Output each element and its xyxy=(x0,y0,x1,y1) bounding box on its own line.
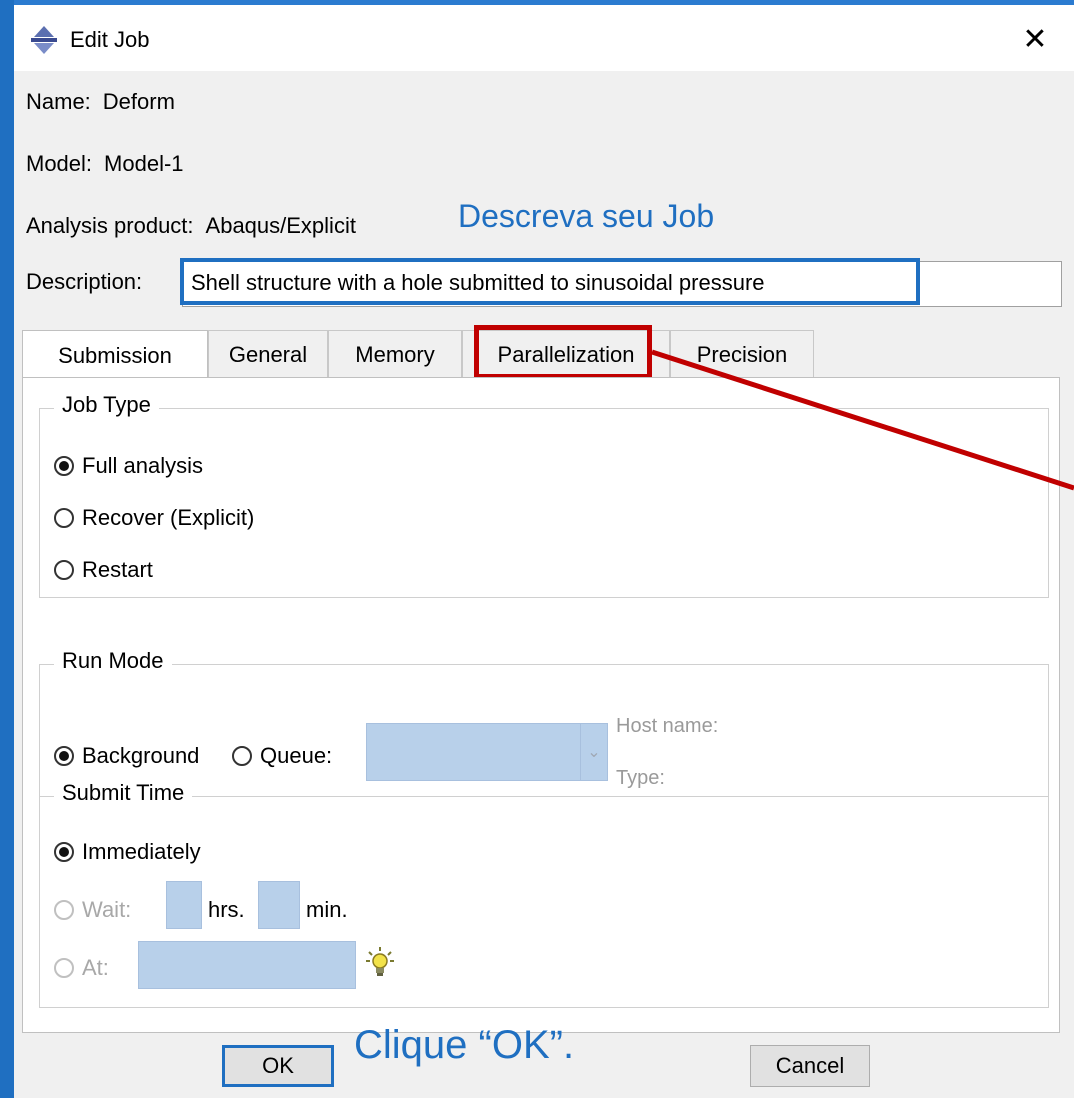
description-highlight-box xyxy=(180,258,920,305)
submit-time-group: Submit Time Immediately Wait: hrs. min. … xyxy=(39,780,1049,1008)
at-option[interactable]: At: xyxy=(54,955,109,981)
full-analysis-radio[interactable] xyxy=(54,456,74,476)
name-label: Name: xyxy=(26,89,91,114)
ok-button[interactable]: OK xyxy=(222,1045,334,1087)
submit-time-title: Submit Time xyxy=(54,780,193,806)
wait-hours-input[interactable] xyxy=(166,881,202,929)
name-value: Deform xyxy=(102,89,175,114)
queue-select[interactable]: ⌄ xyxy=(366,723,608,781)
parallelization-highlight-box xyxy=(474,325,652,379)
immediately-label: Immediately xyxy=(82,839,201,864)
background-label: Background xyxy=(82,743,200,768)
chevron-down-icon[interactable]: ⌄ xyxy=(580,724,607,780)
window-frame-left xyxy=(0,0,14,1098)
tab-precision[interactable]: Precision xyxy=(670,330,814,378)
edit-job-dialog: Edit Job ✕ Name: Deform Model: Model-1 Ana… xyxy=(14,5,1074,1098)
window-title: Edit Job xyxy=(70,27,150,52)
tab-memory[interactable]: Memory xyxy=(328,330,462,378)
name-row: Name: Deform xyxy=(26,89,175,115)
model-value: Model-1 xyxy=(104,151,184,176)
wait-radio[interactable] xyxy=(54,900,74,920)
title-bar[interactable]: Edit Job ✕ xyxy=(14,5,1074,71)
background-radio[interactable] xyxy=(54,746,74,766)
recover-explicit-option[interactable]: Recover (Explicit) xyxy=(54,505,254,531)
restart-option[interactable]: Restart xyxy=(54,557,153,583)
min-label: min. xyxy=(306,897,348,922)
at-radio[interactable] xyxy=(54,958,74,978)
submission-panel: Job Type Full analysis Recover (Explicit… xyxy=(22,377,1060,1033)
type-label: Type: xyxy=(616,767,665,789)
background-option[interactable]: Background xyxy=(54,743,199,769)
model-label: Model: xyxy=(26,151,93,176)
tab-submission[interactable]: Submission xyxy=(22,330,208,380)
annotation-describe-job: Descreva seu Job xyxy=(458,198,715,234)
tab-general[interactable]: General xyxy=(208,330,328,378)
full-analysis-option[interactable]: Full analysis xyxy=(54,453,203,479)
full-analysis-label: Full analysis xyxy=(82,453,204,478)
cancel-label: Cancel xyxy=(775,1053,845,1078)
immediately-option[interactable]: Immediately xyxy=(54,839,201,865)
close-button[interactable]: ✕ xyxy=(1010,17,1060,61)
queue-radio[interactable] xyxy=(232,746,252,766)
restart-radio[interactable] xyxy=(54,560,74,580)
model-row: Model: Model-1 xyxy=(26,151,184,177)
job-type-title: Job Type xyxy=(54,392,159,418)
lightbulb-icon[interactable] xyxy=(366,947,394,977)
recover-explicit-label: Recover (Explicit) xyxy=(82,505,255,530)
analysis-product-label: Analysis product: xyxy=(26,213,194,238)
hrs-label: hrs. xyxy=(208,897,245,922)
analysis-product-row: Analysis product: Abaqus/Explicit xyxy=(26,213,356,239)
description-label: Description: xyxy=(26,269,143,294)
queue-option[interactable]: Queue: xyxy=(232,743,332,769)
recover-explicit-radio[interactable] xyxy=(54,508,74,528)
abaqus-job-icon xyxy=(31,26,57,54)
wait-label: Wait: xyxy=(82,897,132,922)
annotation-click-ok: Clique “OK”. xyxy=(354,1023,575,1067)
restart-label: Restart xyxy=(82,557,153,582)
at-time-input[interactable] xyxy=(138,941,356,989)
ok-label: OK xyxy=(262,1053,294,1078)
wait-minutes-input[interactable] xyxy=(258,881,300,929)
analysis-product-value: Abaqus/Explicit xyxy=(205,213,356,238)
at-label: At: xyxy=(82,955,109,980)
queue-label: Queue: xyxy=(260,743,333,768)
run-mode-title: Run Mode xyxy=(54,648,172,674)
cancel-button[interactable]: Cancel xyxy=(750,1045,870,1087)
close-icon: ✕ xyxy=(1022,22,1048,56)
host-name-label: Host name: xyxy=(616,715,719,737)
immediately-radio[interactable] xyxy=(54,842,74,862)
wait-option[interactable]: Wait: xyxy=(54,897,131,923)
job-type-group: Job Type Full analysis Recover (Explicit… xyxy=(39,392,1049,598)
